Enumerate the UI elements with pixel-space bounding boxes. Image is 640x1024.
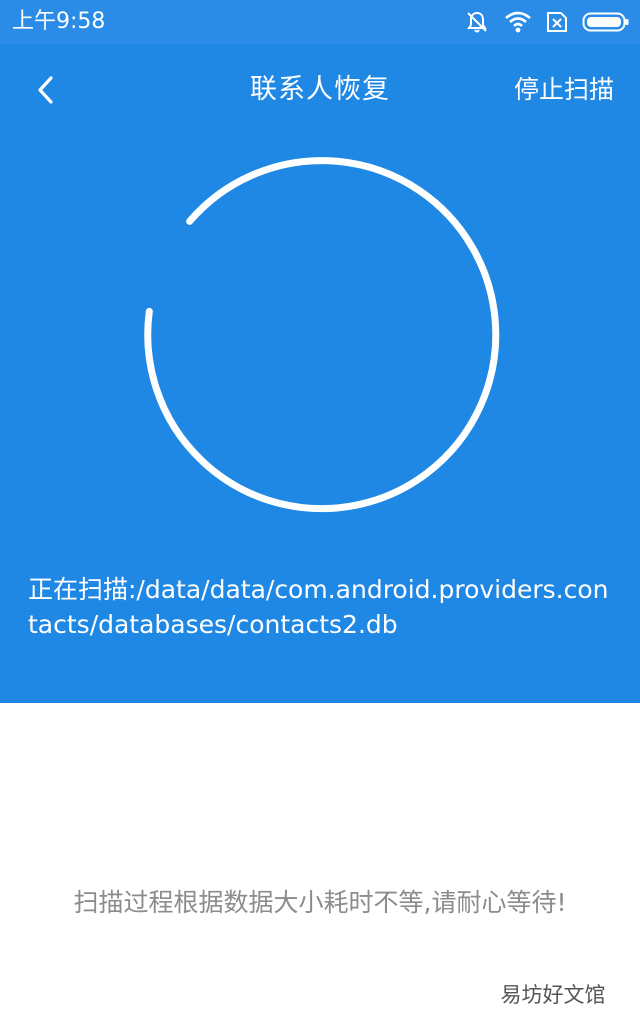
status-time: 上午9:58 [12,9,106,34]
wait-hint: 扫描过程根据数据大小耗时不等,请耐心等待! [73,888,567,917]
scan-panel: 联系人恢复 停止扫描 正在扫描:/data/data/com.android.p… [0,44,640,703]
status-icons [464,9,630,35]
scan-progress-ring [144,157,500,513]
status-bar: 上午9:58 [0,0,640,44]
battery-icon [582,11,630,33]
scan-status-text: 正在扫描:/data/data/com.android.providers.co… [28,575,609,639]
no-sim-icon [546,10,568,34]
wifi-icon [504,10,532,34]
muted-bell-icon [464,9,490,35]
watermark-logo: 易坊好文馆 [488,980,618,1010]
stop-scan-button[interactable]: 停止扫描 [514,72,614,108]
